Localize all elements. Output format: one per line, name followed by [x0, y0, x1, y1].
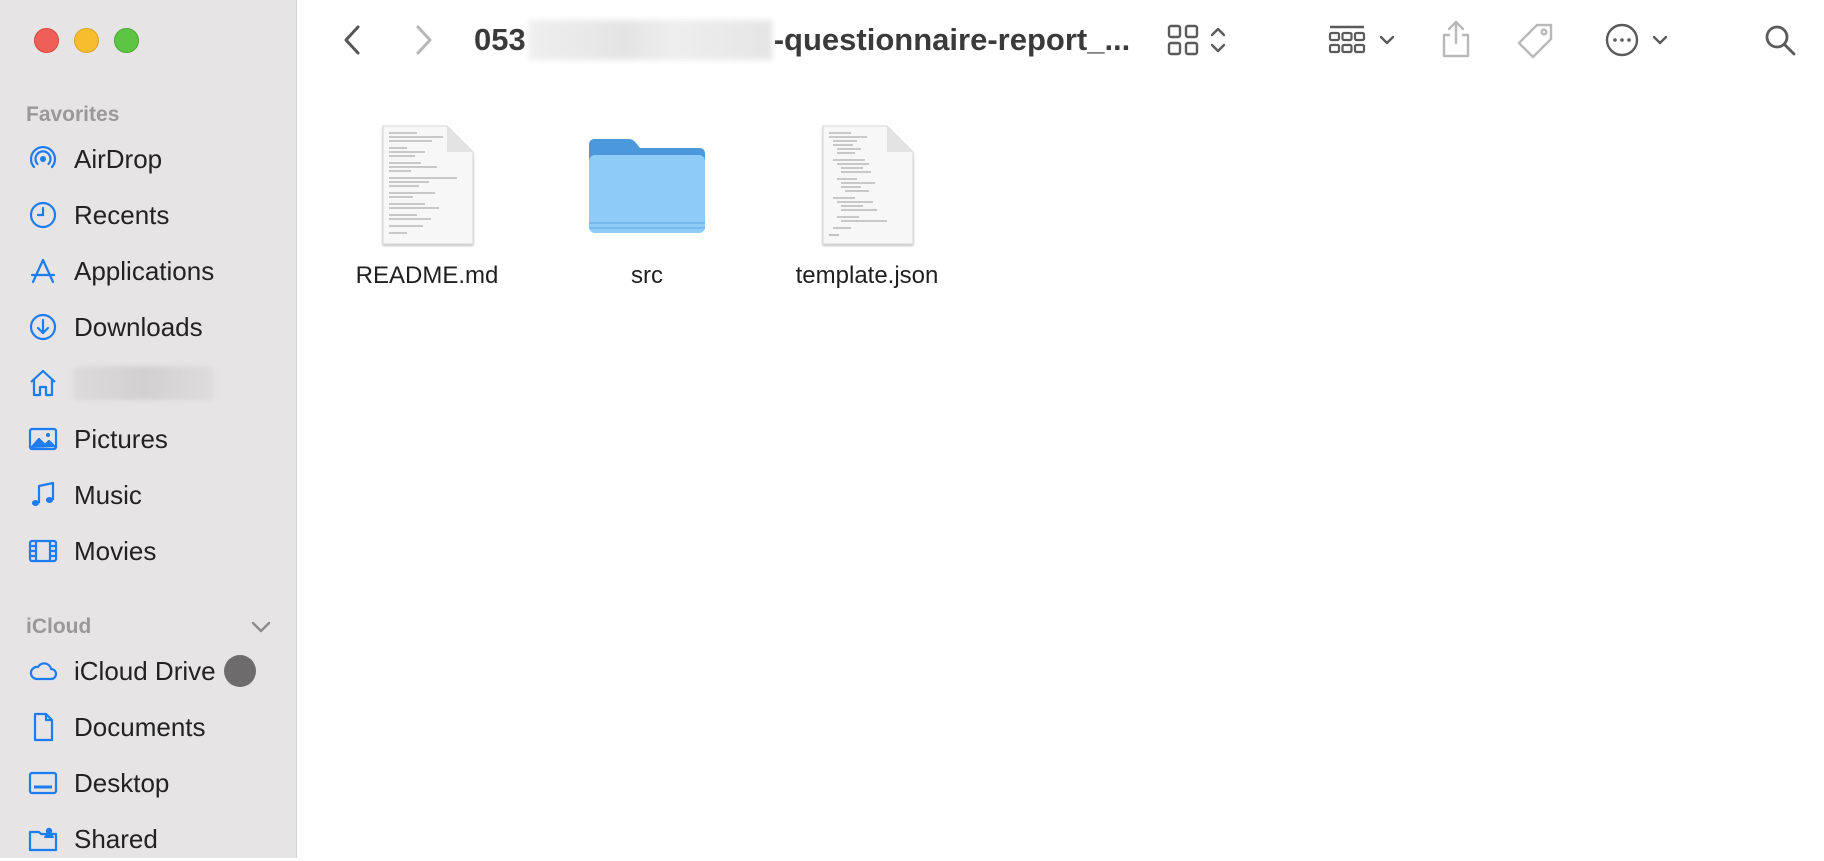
chevron-down-icon — [1379, 35, 1395, 45]
group-icon — [1328, 25, 1366, 54]
chevron-down-icon — [1652, 35, 1668, 45]
favorites-section-title: Favorites — [26, 103, 120, 126]
sidebar-item-label: iCloud Drive — [74, 655, 216, 686]
title-suffix: -questionnaire-report_... — [773, 22, 1131, 57]
search-icon — [1765, 25, 1796, 56]
sidebar-item-shared[interactable]: Shared — [26, 817, 276, 861]
desktop-icon — [26, 766, 60, 800]
json-document-icon — [802, 120, 932, 250]
chevron-left-icon — [344, 25, 360, 55]
sidebar-item-desktop[interactable]: Desktop — [26, 761, 276, 805]
sidebar-item-music[interactable]: Music — [26, 473, 276, 517]
title-prefix: 053 — [474, 22, 526, 57]
home-icon — [26, 366, 60, 400]
sidebar-item-airdrop[interactable]: AirDrop — [26, 137, 276, 181]
file-name: README.md — [355, 262, 499, 289]
view-mode-button[interactable] — [1160, 20, 1234, 60]
chevron-down-icon[interactable] — [248, 614, 274, 640]
sidebar-item-label: Shared — [74, 823, 158, 854]
folder-icon — [582, 120, 712, 250]
sidebar-item-home[interactable] — [26, 361, 276, 405]
sidebar-item-recents[interactable]: Recents — [26, 193, 276, 237]
file-item-src[interactable]: src — [547, 120, 747, 290]
document-icon — [26, 710, 60, 744]
sidebar-item-label: Applications — [74, 255, 215, 286]
minimize-window-button[interactable] — [74, 28, 99, 53]
photo-icon — [26, 422, 60, 456]
sync-status-indicator — [223, 655, 256, 687]
music-note-icon — [26, 478, 60, 512]
film-icon — [26, 534, 60, 568]
download-icon — [26, 310, 60, 344]
sidebar-item-label: Pictures — [74, 423, 168, 454]
close-window-button[interactable] — [34, 28, 59, 53]
zoom-window-button[interactable] — [114, 28, 139, 53]
clock-icon — [26, 198, 60, 232]
markdown-document-icon — [362, 120, 492, 250]
window-title: 053 -questionnaire-report_... — [474, 18, 1130, 62]
back-button[interactable] — [335, 20, 369, 60]
sidebar-item-label: Downloads — [74, 311, 203, 342]
sidebar-item-label: AirDrop — [74, 143, 163, 174]
more-actions-button[interactable] — [1600, 20, 1674, 60]
share-icon — [1442, 20, 1470, 58]
sidebar-item-pictures[interactable]: Pictures — [26, 417, 276, 461]
sidebar-item-label: Documents — [74, 711, 206, 742]
sidebar-item-applications[interactable]: Applications — [26, 249, 276, 293]
applications-icon — [26, 254, 60, 288]
sidebar-item-label: Music — [74, 479, 142, 510]
chevron-up-down-icon — [1210, 27, 1226, 53]
window-controls — [34, 28, 139, 53]
sidebar-item-label: Recents — [74, 199, 170, 230]
airdrop-icon — [26, 142, 60, 176]
icloud-section-title: iCloud — [26, 615, 92, 638]
share-button[interactable] — [1436, 16, 1476, 62]
search-button[interactable] — [1760, 20, 1800, 60]
file-name: src — [631, 262, 663, 289]
file-name: template.json — [795, 262, 939, 289]
sidebar-item-icloud-drive[interactable]: iCloud Drive — [26, 649, 276, 693]
tag-icon — [1517, 23, 1553, 59]
file-item-readme[interactable]: README.md — [327, 120, 527, 290]
file-browser-content: README.md src template.json — [297, 82, 1824, 858]
cloud-icon — [26, 654, 60, 688]
sidebar-item-movies[interactable]: Movies — [26, 529, 276, 573]
shared-folder-icon — [26, 822, 60, 856]
file-item-template-json[interactable]: template.json — [767, 120, 967, 290]
redacted-username — [74, 366, 214, 400]
sidebar-item-documents[interactable]: Documents — [26, 705, 276, 749]
sidebar: Favorites AirDrop Recents Applications D… — [0, 0, 297, 858]
ellipsis-circle-icon — [1605, 23, 1639, 57]
grid-view-icon — [1167, 24, 1199, 56]
group-by-button[interactable] — [1324, 20, 1400, 60]
sidebar-item-label: Movies — [74, 535, 157, 566]
redacted-title-segment — [527, 20, 772, 60]
sidebar-item-label: Desktop — [74, 767, 170, 798]
sidebar-item-downloads[interactable]: Downloads — [26, 305, 276, 349]
tag-button[interactable] — [1514, 20, 1556, 62]
forward-button[interactable] — [407, 20, 441, 60]
chevron-right-icon — [416, 25, 432, 55]
